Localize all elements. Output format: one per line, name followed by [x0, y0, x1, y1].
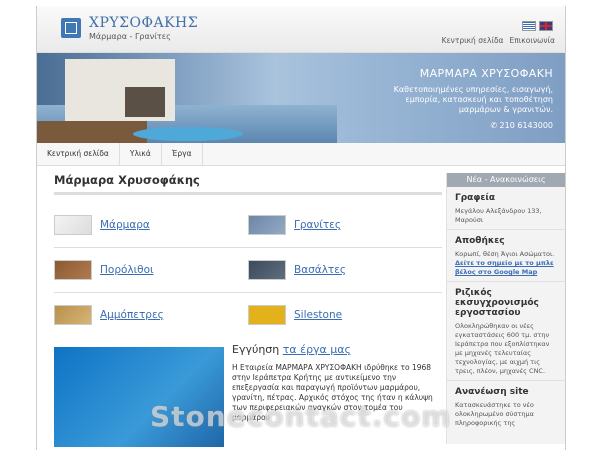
granite-swatch[interactable]: [248, 215, 286, 235]
top-link-home[interactable]: Κεντρική σελίδα: [442, 36, 504, 45]
main-nav: Κεντρική σελίδα Υλικά Έργα: [37, 143, 565, 166]
top-link-contact[interactable]: Επικοινωνία: [510, 36, 555, 45]
warranty-heading: Εγγύηση τα έργα μας: [232, 343, 351, 356]
google-map-link[interactable]: Δείτε το σημείο με το μπλε βέλος στο Goo…: [455, 259, 557, 277]
banner-phone: ✆ 210 6143000: [490, 121, 553, 130]
banner-house: [65, 59, 175, 121]
news-text-site: Κατασκευάστηκε το νέο ολοκληρωμένο σύστη…: [455, 401, 534, 427]
news-item: Ριζικός εκσυγχρονισμός εργοστασίου Ολοκλ…: [447, 282, 565, 381]
news-title-site: Ανανέωση site: [455, 387, 529, 397]
news-text-warehouses: Κορωπί, θέση Άγιοι Ασώματοι.: [455, 250, 555, 258]
silestone-swatch[interactable]: [248, 305, 286, 325]
news-item: Αποθήκες Κορωπί, θέση Άγιοι Ασώματοι. Δε…: [447, 230, 565, 282]
banner-pool: [133, 127, 243, 141]
watermark: Stonecontact.com: [150, 400, 452, 433]
banner-terrace: [37, 121, 147, 143]
product-link-porolithos[interactable]: Πορόλιθοι: [100, 264, 154, 276]
news-item: Ανανέωση site Κατασκευάστηκε το νέο ολοκ…: [447, 381, 565, 432]
basalt-swatch[interactable]: [248, 260, 286, 280]
nav-home[interactable]: Κεντρική σελίδα: [37, 143, 120, 165]
top-links: Κεντρική σελίδα Επικοινωνία: [442, 36, 555, 45]
product-cell: Μάρμαρα: [54, 203, 248, 248]
page-title: Μάρμαρα Χρυσοφάκης: [54, 173, 442, 195]
product-link-marble[interactable]: Μάρμαρα: [100, 219, 150, 231]
product-grid: Μάρμαρα Γρανίτες Πορόλιθοι Βασάλτες Αμμό…: [54, 203, 442, 337]
news-title-warehouses: Αποθήκες: [455, 236, 505, 246]
logo-icon[interactable]: [61, 18, 81, 38]
site-title[interactable]: ΧΡΥΣΟΦΑΚΗΣ: [89, 15, 198, 31]
product-cell: Βασάλτες: [248, 248, 442, 293]
product-link-sandstone[interactable]: Αμμόπετρες: [100, 309, 164, 321]
news-sidebar: Νέα - Ανακοινώσεις Γραφεία Μεγάλου Αλεξά…: [446, 173, 565, 444]
nav-projects[interactable]: Έργα: [162, 143, 203, 165]
product-cell: Γρανίτες: [248, 203, 442, 248]
projects-link[interactable]: τα έργα μας: [283, 343, 351, 356]
site-header: ΧΡΥΣΟΦΑΚΗΣ Μάρμαρα - Γρανίτες Κεντρική σ…: [37, 6, 565, 53]
product-cell: Silestone: [248, 293, 442, 337]
hero-banner: ΜΑΡΜΑΡΑ ΧΡΥΣΟΦΑΚΗ Καθετοποιημένες υπηρεσ…: [37, 53, 565, 143]
language-switcher: [522, 21, 553, 31]
news-text-offices: Μεγάλου Αλεξάνδρου 133, Μαρούσι: [455, 207, 542, 224]
product-link-granite[interactable]: Γρανίτες: [294, 219, 341, 231]
banner-text: Καθετοποιημένες υπηρεσίες, εισαγωγή, εμπ…: [393, 85, 553, 114]
nav-materials[interactable]: Υλικά: [120, 143, 162, 165]
product-link-basalt[interactable]: Βασάλτες: [294, 264, 346, 276]
porolithos-swatch[interactable]: [54, 260, 92, 280]
news-text-factory: Ολοκληρώθηκαν οι νέες εγκαταστάσεις 600 …: [455, 322, 550, 375]
warranty-title: Εγγύηση: [232, 343, 280, 356]
product-cell: Πορόλιθοι: [54, 248, 248, 293]
english-flag-icon[interactable]: [539, 21, 553, 31]
greek-flag-icon[interactable]: [522, 21, 536, 31]
news-title-offices: Γραφεία: [455, 193, 496, 203]
sandstone-swatch[interactable]: [54, 305, 92, 325]
site-subtitle: Μάρμαρα - Γρανίτες: [89, 32, 171, 41]
marble-swatch[interactable]: [54, 215, 92, 235]
product-link-silestone[interactable]: Silestone: [294, 309, 342, 321]
sidebar-header: Νέα - Ανακοινώσεις: [447, 173, 565, 187]
news-title-factory: Ριζικός εκσυγχρονισμός εργοστασίου: [455, 288, 539, 318]
news-item: Γραφεία Μεγάλου Αλεξάνδρου 133, Μαρούσι: [447, 187, 565, 230]
banner-title: ΜΑΡΜΑΡΑ ΧΡΥΣΟΦΑΚΗ: [419, 67, 553, 80]
product-cell: Αμμόπετρες: [54, 293, 248, 337]
